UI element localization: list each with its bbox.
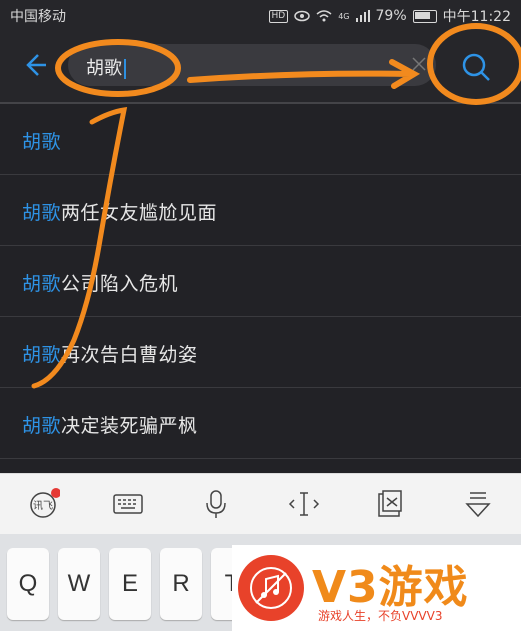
suggestion-item[interactable]: 胡歌公司陷入危机 [0, 246, 521, 317]
suggestion-text: 决定装死骗严枫 [61, 415, 198, 437]
suggestion-item[interactable]: 胡歌两任女友尴尬见面 [0, 175, 521, 246]
close-icon[interactable] [408, 53, 430, 75]
battery-icon [412, 9, 437, 23]
iflytek-icon[interactable]: 讯飞 [28, 488, 60, 520]
suggestion-text: 两任女友尴尬见面 [61, 202, 218, 224]
key-e[interactable]: E [109, 548, 151, 620]
suggestion-item[interactable]: 胡歌 [0, 104, 521, 175]
search-query: 胡歌 [86, 54, 126, 80]
status-bar: 中国移动 HD 4G 79% 中午11:22 [0, 0, 521, 30]
suggestion-highlight: 胡歌 [22, 131, 62, 153]
suggestion-item[interactable]: 胡歌决定装死骗严枫 [0, 388, 521, 459]
key-r[interactable]: R [160, 548, 202, 620]
suggestion-highlight: 胡歌 [22, 344, 62, 366]
carrier-label: 中国移动 [10, 9, 66, 25]
suggestion-list: 胡歌 胡歌两任女友尴尬见面 胡歌公司陷入危机 胡歌再次告白曹幼姿 胡歌决定装死骗… [0, 104, 521, 459]
key-w[interactable]: W [58, 548, 100, 620]
suggestion-item[interactable]: 胡歌再次告白曹幼姿 [0, 317, 521, 388]
back-arrow-icon[interactable] [18, 48, 52, 82]
microphone-icon[interactable] [200, 488, 232, 520]
signal-icon [355, 10, 370, 22]
suggestion-text: 公司陷入危机 [61, 273, 179, 295]
watermark-tagline: 游戏人生，不负VVVV3 [318, 609, 443, 623]
svg-text:讯飞: 讯飞 [33, 500, 53, 512]
suggestion-highlight: 胡歌 [22, 273, 62, 295]
search-header: 胡歌 [0, 30, 521, 104]
suggestion-highlight: 胡歌 [22, 415, 62, 437]
keyboard-toolbar: 讯飞 [0, 473, 521, 534]
watermark-music-icon [238, 555, 304, 621]
clock: 中午11:22 [442, 9, 511, 25]
status-icons: HD 4G 79% 中午11:22 [268, 6, 511, 26]
key-q[interactable]: Q [7, 548, 49, 620]
search-input[interactable]: 胡歌 [68, 44, 436, 86]
keyboard-icon[interactable] [112, 488, 144, 520]
wifi-icon [316, 10, 332, 22]
suggestion-text: 再次告白曹幼姿 [61, 344, 198, 366]
battery-percent: 79% [375, 8, 407, 24]
suggestion-highlight: 胡歌 [22, 202, 62, 224]
network-type: 4G [338, 11, 350, 21]
eye-icon [294, 10, 310, 22]
hd-badge: HD [268, 9, 289, 23]
cursor-icon[interactable] [288, 488, 320, 520]
hide-keyboard-icon[interactable] [462, 488, 494, 520]
search-icon[interactable] [455, 46, 499, 90]
watermark-logo: V3游戏 [312, 562, 469, 613]
text-cursor [124, 59, 126, 79]
watermark: V3游戏 游戏人生，不负VVVV3 [232, 545, 521, 631]
clipboard-icon[interactable] [374, 488, 406, 520]
